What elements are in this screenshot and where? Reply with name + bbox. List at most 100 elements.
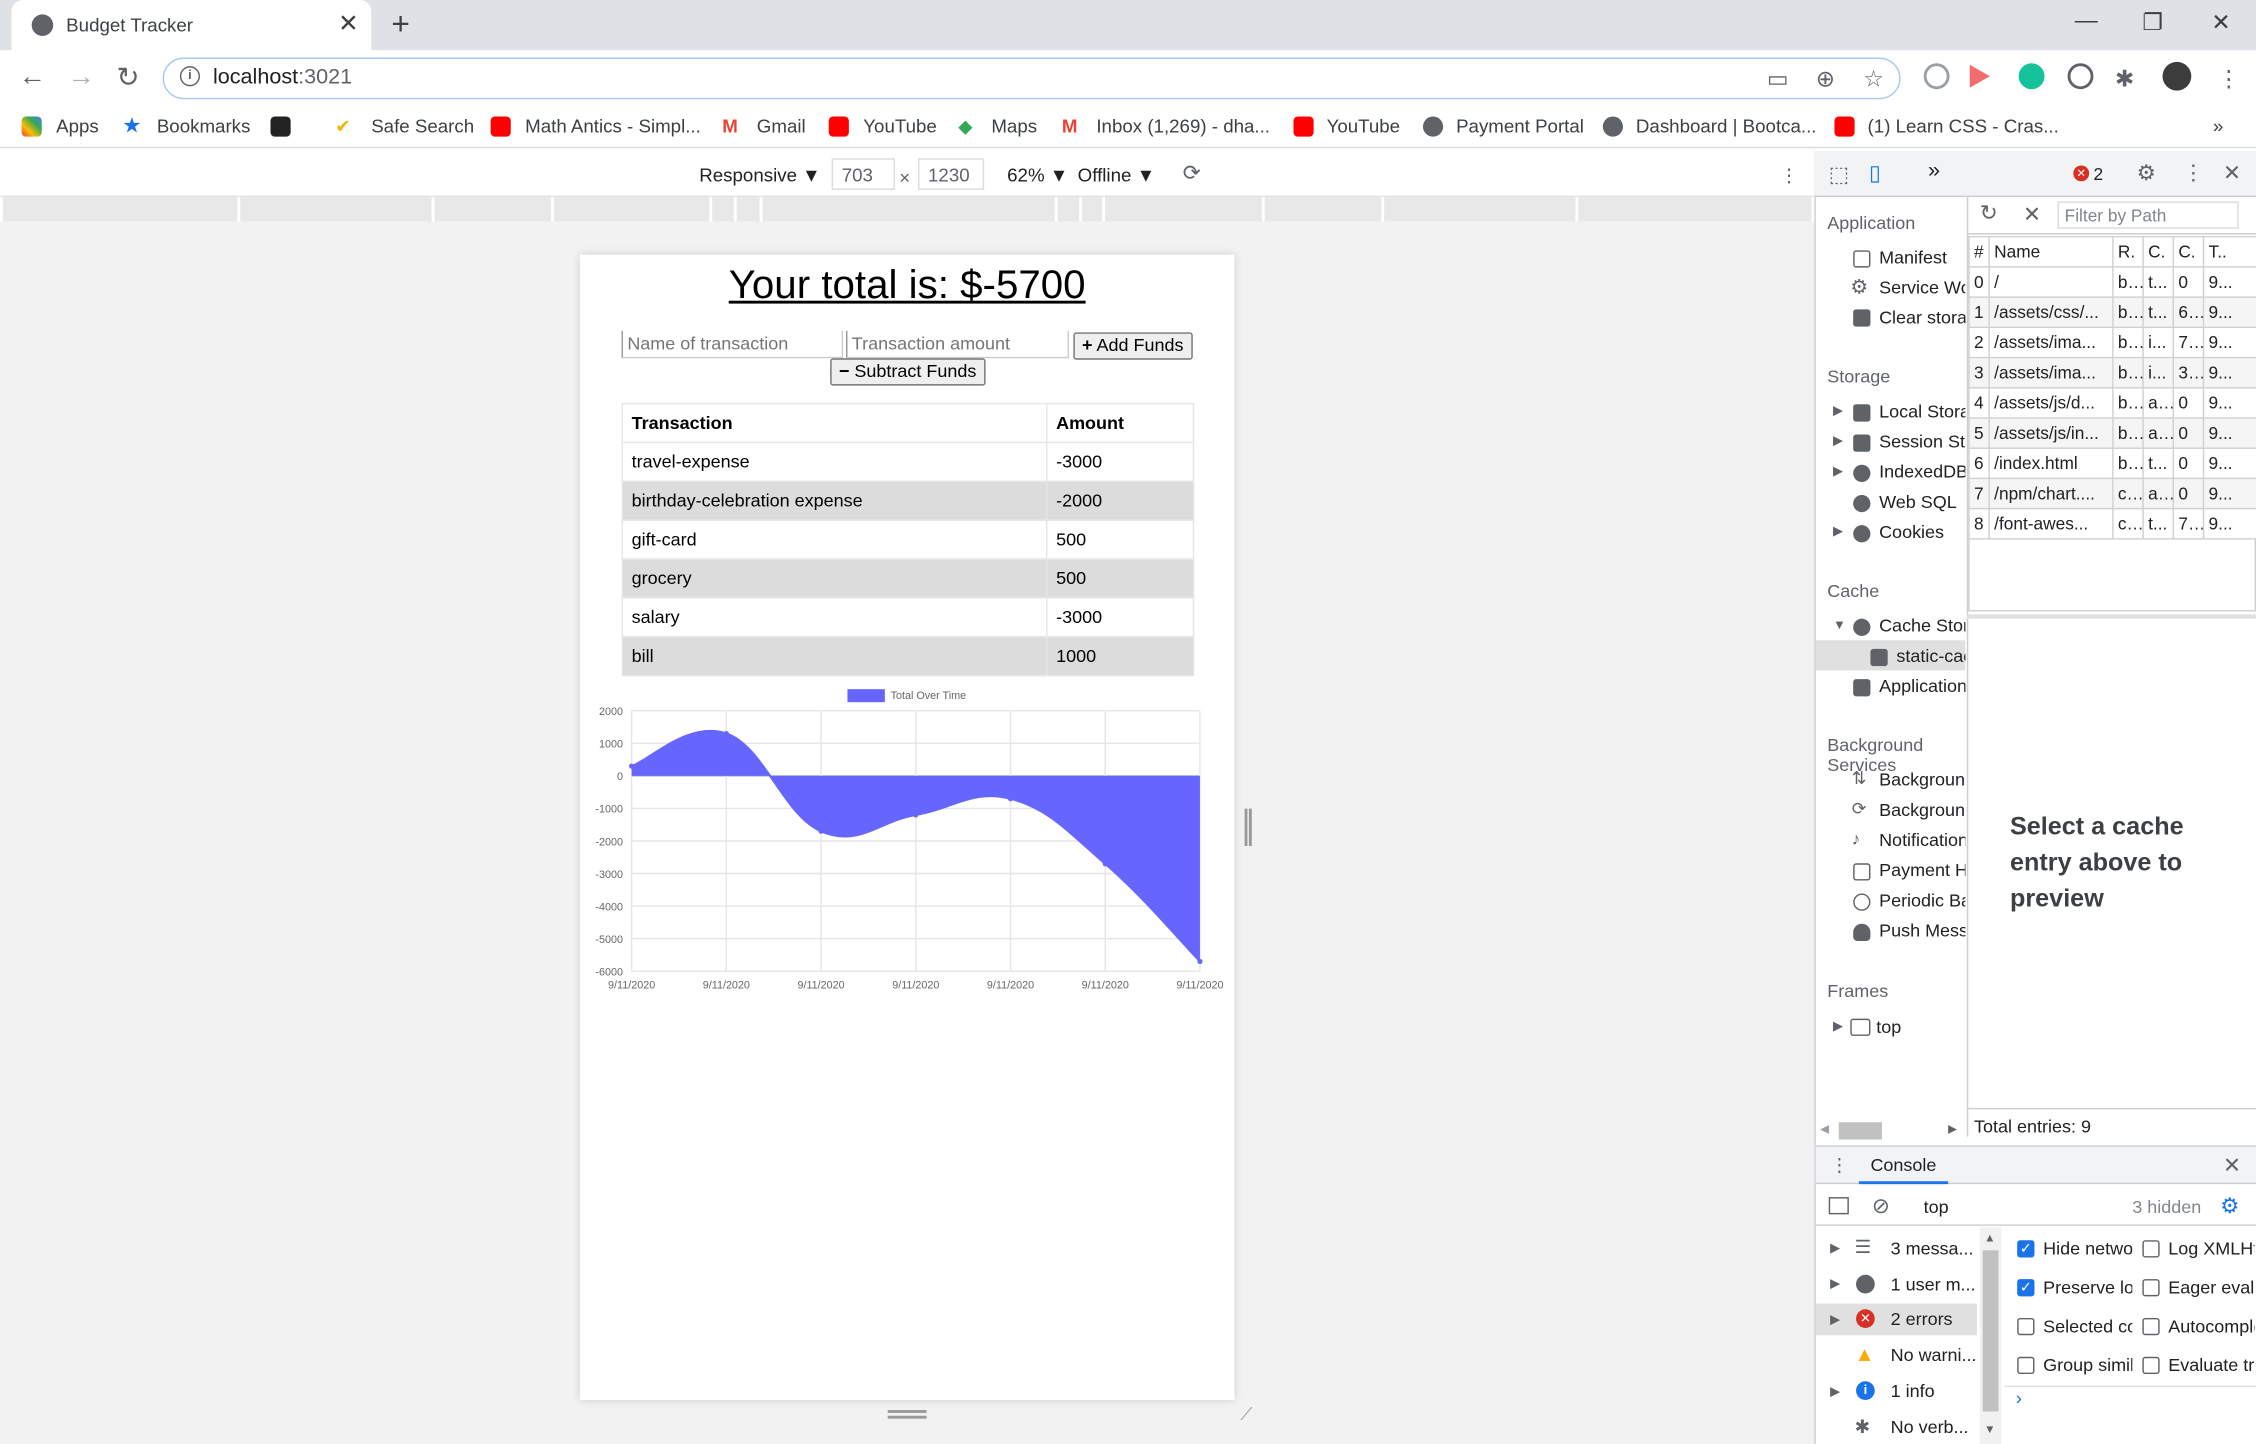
clear-console-icon[interactable]: ⊘ (1872, 1193, 1890, 1218)
cache-entry-row[interactable]: 2/assets/ima... b... i... 7... 9... (1968, 326, 2256, 359)
cache-entry-row[interactable]: 4/assets/js/d... b... a... 0 9... (1968, 387, 2256, 419)
bookmark-apps[interactable]: Apps (56, 115, 99, 137)
setting-checkbox[interactable]: ✓ (2017, 1279, 2035, 1297)
resize-handle-bottom[interactable] (887, 1410, 927, 1419)
window-close-icon[interactable]: ✕ (2211, 9, 2230, 38)
zoom-icon[interactable]: ⊕ (1816, 65, 1835, 94)
bookmark-inbox[interactable]: Inbox (1,269) - dha... (1096, 115, 1270, 137)
cache-entry-row[interactable]: 0/b... t... 0 9... (1968, 266, 2256, 298)
console-filter-info[interactable]: 1 info (1891, 1381, 1935, 1401)
setting-label[interactable]: Autocomplete from history (2168, 1317, 2254, 1337)
more-bookmarks[interactable]: » (2213, 115, 2223, 137)
error-icon[interactable]: ✕ (2073, 165, 2090, 182)
sidebar-item-application-cache[interactable]: Application Cache (1879, 676, 1965, 696)
resize-corner-icon[interactable]: ⟋ (1240, 1404, 1252, 1426)
expand-arrow-icon[interactable]: ▶ (1830, 1276, 1840, 1292)
sidebar-item-manifest[interactable]: Manifest (1879, 247, 1947, 267)
refresh-icon[interactable]: ↻ (1980, 200, 1998, 225)
cache-entry-row[interactable]: 1/assets/css/... b... t... 6... 9... (1968, 296, 2256, 329)
expand-arrow-icon[interactable]: ▶ (1833, 433, 1843, 449)
avatar[interactable] (2162, 61, 2192, 91)
setting-checkbox[interactable] (2017, 1317, 2035, 1336)
sidebar-item-payment-handler[interactable]: Payment Handler (1879, 860, 1965, 880)
device-mode-select[interactable]: Responsive ▼ (699, 164, 820, 186)
setting-label[interactable]: Selected context only (2043, 1317, 2132, 1337)
column-header[interactable]: # (1968, 235, 1990, 268)
expand-arrow-icon[interactable]: ▶ (1833, 463, 1843, 479)
setting-label[interactable]: Hide network (2043, 1239, 2132, 1259)
cache-entry-row[interactable]: 7/npm/chart.... c... a... 0 9... (1968, 477, 2256, 510)
transaction-amount-input[interactable]: Transaction amount (846, 330, 1070, 359)
close-tab-icon[interactable]: ✕ (338, 10, 359, 39)
setting-checkbox[interactable] (2142, 1279, 2160, 1297)
context-selector[interactable]: top (1924, 1197, 1949, 1217)
drawer-close-icon[interactable]: ✕ (2223, 1152, 2241, 1178)
expand-arrow-icon[interactable]: ▶ (1833, 524, 1843, 540)
device-width-input[interactable]: 703 (831, 158, 895, 190)
devtools-close-icon[interactable]: ✕ (2223, 160, 2241, 185)
bookmark-maps[interactable]: Maps (991, 115, 1037, 137)
sidebar-item-push-messaging[interactable]: Push Messaging (1879, 921, 1965, 941)
setting-checkbox[interactable] (2142, 1317, 2160, 1336)
console-filter-verbose[interactable]: No verb... (1891, 1417, 1969, 1437)
bookmark-dashboard[interactable]: Dashboard | Bootca... (1636, 115, 1817, 137)
rotate-icon[interactable]: ⟳ (1183, 160, 1201, 185)
bookmark-star-icon[interactable]: ☆ (1863, 65, 1884, 94)
delete-entry-icon[interactable]: ✕ (2023, 201, 2041, 227)
sidebar-item-background-fetch[interactable]: Background Fetch (1879, 770, 1965, 790)
console-filter-messages[interactable]: 3 messa... (1891, 1239, 1974, 1259)
console-sidebar-scrollbar[interactable]: ▲ ▼ (1979, 1227, 2002, 1444)
sidebar-item-session-storage[interactable]: Session Storage (1879, 432, 1965, 452)
devtools-extension-icon[interactable] (2067, 63, 2094, 90)
sidebar-item-periodic-sync[interactable]: Periodic Background Sync (1879, 891, 1965, 911)
bookmark-math-antics[interactable]: Math Antics - Simpl... (525, 115, 701, 137)
sidebar-item-background-sync[interactable]: Background Sync (1879, 800, 1965, 820)
resize-handle-right[interactable] (1244, 808, 1252, 847)
inspect-icon[interactable]: ⬚ (1829, 161, 1849, 187)
cache-entry-row[interactable]: 6/index.html b... t... 0 9... (1968, 447, 2256, 480)
address-bar[interactable] (162, 57, 1901, 100)
expand-arrow-icon[interactable]: ▶ (1833, 403, 1843, 419)
sidebar-item-clear-storage[interactable]: Clear storage (1879, 308, 1965, 328)
sidebar-item-static-cache[interactable]: static-cache (1896, 646, 1965, 666)
bookmark-learn-css[interactable]: (1) Learn CSS - Cras... (1868, 115, 2059, 137)
devtools-menu-icon[interactable]: ⋮ (2183, 160, 2205, 185)
console-prompt-icon[interactable]: › (2016, 1387, 2022, 1409)
console-settings-icon[interactable]: ⚙ (2220, 1193, 2239, 1218)
console-filter-errors[interactable]: 2 errors (1891, 1309, 1953, 1329)
bookmark-safe-search[interactable]: Safe Search (371, 115, 474, 137)
sidebar-item-cache-storage[interactable]: Cache Storage (1879, 616, 1965, 636)
extension-icon[interactable] (1923, 63, 1950, 90)
bookmark-youtube-2[interactable]: YouTube (1327, 115, 1401, 137)
device-toggle-icon[interactable]: ▯ (1869, 160, 1881, 185)
column-header[interactable]: T.. (2202, 235, 2256, 268)
filter-by-path-input[interactable]: Filter by Path (2057, 201, 2239, 229)
setting-checkbox[interactable]: ✓ (2017, 1240, 2035, 1258)
app-icon[interactable] (270, 116, 291, 137)
console-filter-warnings[interactable]: No warni... (1891, 1345, 1977, 1365)
tab-console[interactable]: Console (1858, 1145, 1948, 1185)
bookmark-payment-portal[interactable]: Payment Portal (1456, 115, 1584, 137)
setting-checkbox[interactable] (2017, 1356, 2035, 1375)
setting-label[interactable]: Evaluate triggers user activation (2168, 1355, 2254, 1375)
expand-arrow-icon[interactable]: ▶ (1830, 1384, 1840, 1400)
sidebar-item-notifications[interactable]: Notifications (1879, 830, 1965, 850)
puzzle-icon[interactable]: ✱ (2115, 65, 2134, 94)
cache-entry-row[interactable]: 3/assets/ima... b... i... 3... 9... (1968, 356, 2256, 389)
console-filter-user[interactable]: 1 user m... (1891, 1275, 1976, 1295)
minimize-icon[interactable]: — (2075, 9, 2098, 35)
bookmark-bookmarks[interactable]: Bookmarks (157, 115, 251, 137)
setting-label[interactable]: Eager evaluation (2168, 1278, 2254, 1298)
sidebar-item-cookies[interactable]: Cookies (1879, 522, 1944, 542)
setting-checkbox[interactable] (2142, 1356, 2160, 1375)
column-header[interactable]: C. (2172, 235, 2205, 268)
settings-gear-icon[interactable]: ⚙ (2137, 160, 2156, 185)
media-query-bar[interactable] (2, 197, 1812, 222)
collapse-arrow-icon[interactable]: ▼ (1833, 617, 1846, 631)
maximize-icon[interactable]: ❐ (2142, 9, 2163, 38)
throttle-select[interactable]: Offline ▼ (1078, 164, 1155, 186)
setting-label[interactable]: Group similar (2043, 1355, 2132, 1375)
column-header[interactable]: C. (2142, 235, 2175, 268)
more-options-icon[interactable]: ⋮ (1780, 164, 1799, 187)
sidebar-item-local-storage[interactable]: Local Storage (1879, 401, 1965, 421)
